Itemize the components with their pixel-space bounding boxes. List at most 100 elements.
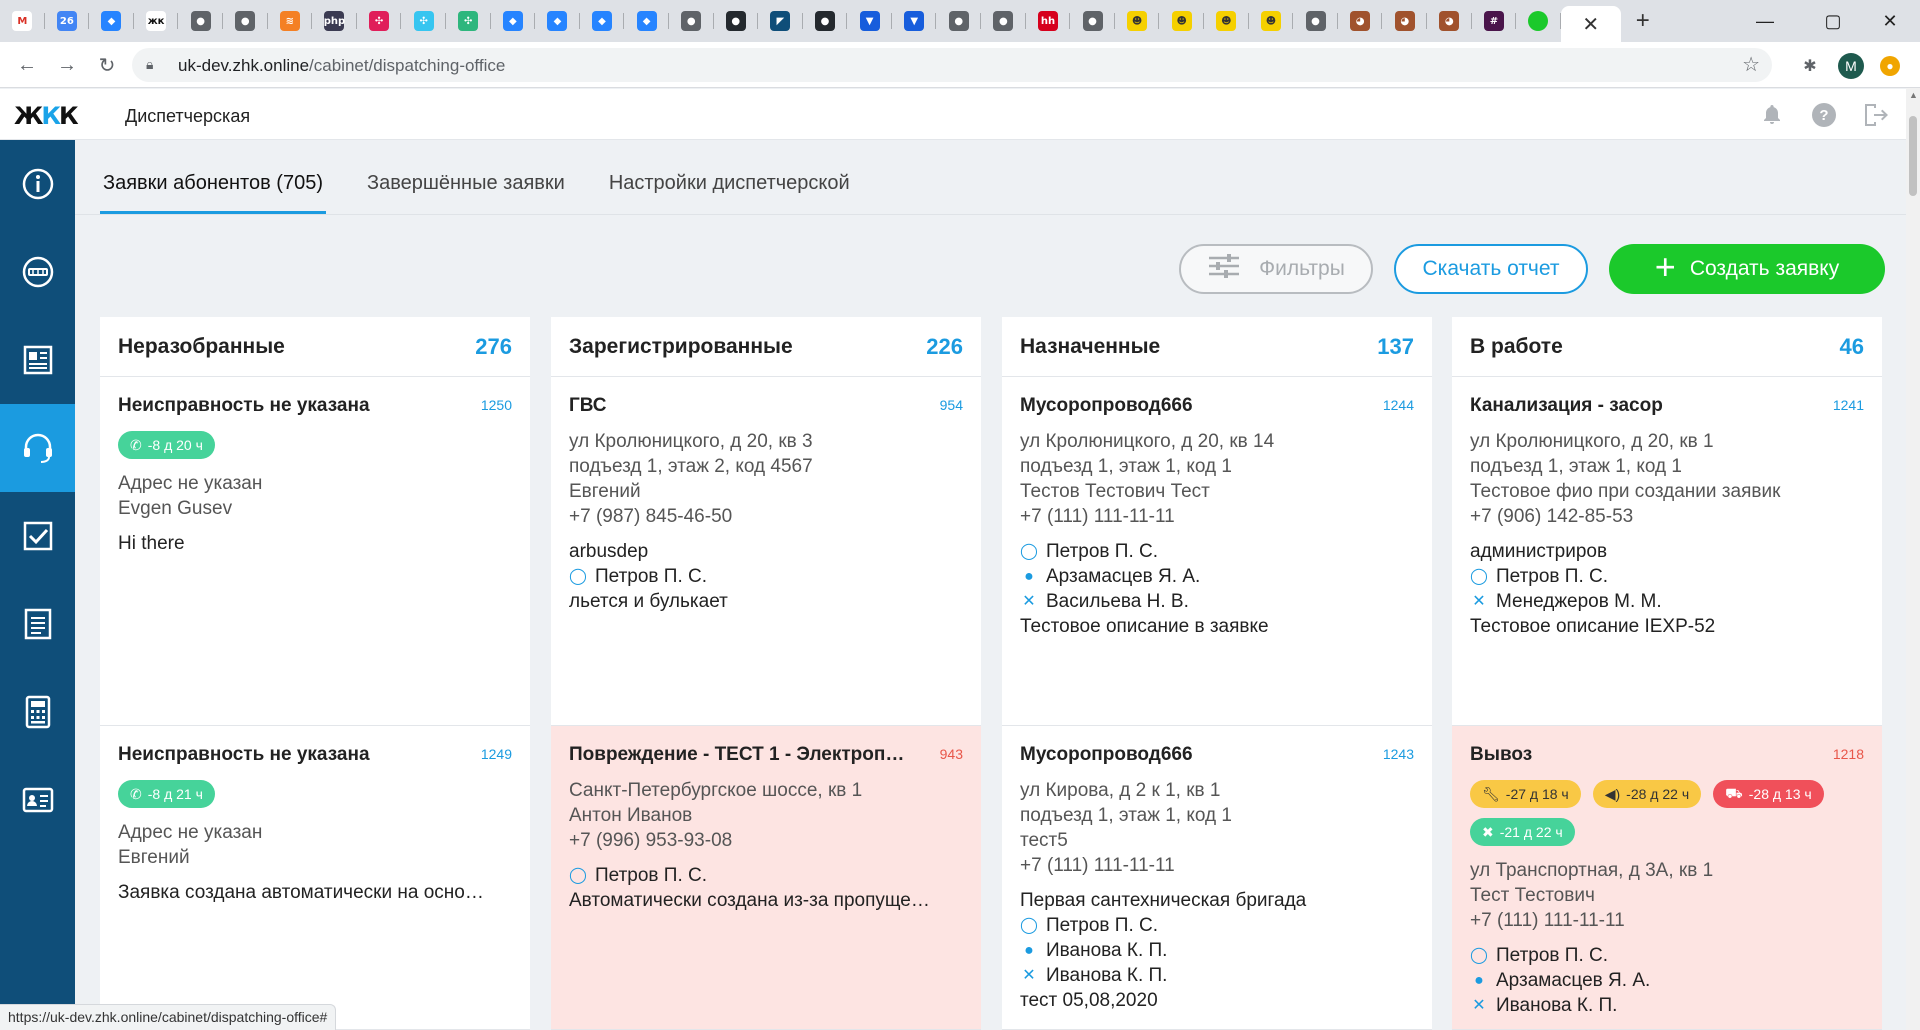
column-header: Неразобранные 276 [100, 317, 530, 377]
create-request-button[interactable]: + Создать заявку [1609, 244, 1885, 294]
slack-icon: ✣ [458, 11, 479, 31]
browser-tab[interactable]: php [312, 0, 357, 42]
request-card[interactable]: Вывоз 1218 🔧︎ -27 д 18 ч ◀) -28 д 22 ч ⛟ -28 д … [1452, 726, 1882, 1030]
browser-tab[interactable]: ● [1293, 0, 1338, 42]
browser-tab[interactable] [1516, 0, 1561, 42]
browser-tab[interactable]: ● [714, 0, 759, 42]
browser-tab[interactable]: ◆ [580, 0, 625, 42]
browser-tab[interactable]: hh [1026, 0, 1071, 42]
browser-tab[interactable]: ◆ [491, 0, 536, 42]
assignee: ◯ Петров П. С. [1020, 539, 1414, 564]
request-card[interactable]: Повреждение - ТЕСТ 1 - Электроп… 943 Санкт… [551, 726, 981, 1030]
info-line: подъезд 1, этаж 1, код 1 [1470, 456, 1682, 477]
help-icon[interactable]: ? [1810, 101, 1838, 129]
tab-dispatch-settings[interactable]: Настройки диспетчерской [606, 160, 853, 215]
browser-tab[interactable]: ▼ [847, 0, 892, 42]
info-line: Санкт-Петербургское шоссе, кв 1 [569, 780, 863, 801]
info-line: ул Кирова, д 2 к 1, кв 1 [1020, 780, 1221, 801]
bookmark-star-icon[interactable]: ☆ [1742, 52, 1760, 77]
browser-tab[interactable]: ◕ [1338, 0, 1383, 42]
card-header: Мусоропровод666 1244 [1020, 377, 1414, 417]
browser-tab[interactable]: ● [1070, 0, 1115, 42]
logout-icon[interactable] [1862, 101, 1890, 129]
browser-tab[interactable]: ☻ [1249, 0, 1294, 42]
profile-avatar[interactable]: M [1838, 53, 1864, 79]
card-assignment: Первая сантехническая бригада ◯ Петров П. … [1020, 888, 1414, 1013]
browser-tab[interactable]: # [1472, 0, 1517, 42]
scroll-up-icon[interactable]: ▲ [1909, 90, 1918, 100]
card-info: ул Кролюницкого, д 20, кв 1 подъезд 1, эт… [1470, 429, 1864, 529]
tab-subscriber-requests[interactable]: Заявки абонентов (705) [100, 160, 326, 215]
sidebar-item-info[interactable] [0, 140, 75, 228]
update-icon[interactable]: ● [1880, 56, 1900, 76]
tools-icon: ✖ [1482, 823, 1494, 840]
browser-tab[interactable]: ● [223, 0, 268, 42]
maximize-icon[interactable]: ▢ [1803, 0, 1863, 42]
minimize-icon[interactable]: — [1735, 0, 1795, 42]
browser-tab[interactable]: ☻ [1159, 0, 1204, 42]
sidebar-item-tasks[interactable] [0, 492, 75, 580]
browser-tab[interactable]: ◕ [1382, 0, 1427, 42]
request-card[interactable]: Канализация - засор 1241 ул Кролюницкого, … [1452, 377, 1882, 726]
truck-icon: ⛟ [1725, 784, 1743, 801]
document-icon [24, 608, 51, 640]
kanban-column: Назначенные 137 Мусоропровод666 1244 ул Крол… [1002, 317, 1432, 1030]
scrollbar-thumb[interactable] [1909, 116, 1917, 196]
browser-tab[interactable]: ● [936, 0, 981, 42]
sidebar-item-meters[interactable] [0, 228, 75, 316]
active-browser-tab[interactable]: ✕ [1560, 6, 1621, 42]
emoji-icon: ☻ [1171, 11, 1192, 31]
request-card[interactable]: Неисправность не указана 1249 ✆ -8 д 21 ч Ад… [100, 726, 530, 1030]
sidebar-item-documents[interactable] [0, 580, 75, 668]
browser-tab[interactable]: ✣ [357, 0, 402, 42]
new-tab-icon[interactable]: + [1621, 0, 1665, 42]
browser-tab[interactable]: ● [981, 0, 1026, 42]
request-card[interactable]: Мусоропровод666 1243 ул Кирова, д 2 к 1, к… [1002, 726, 1432, 1030]
close-window-icon[interactable]: ✕ [1860, 0, 1920, 42]
deadline-badges: ✆ -8 д 21 ч [118, 780, 512, 808]
lock-icon: 🔒︎ [146, 56, 154, 72]
browser-tab[interactable]: ◆ [624, 0, 669, 42]
assignee: ✕ Иванова К. П. [1020, 963, 1414, 988]
zhk-logo[interactable]: ЖКК [14, 102, 79, 130]
browser-tab[interactable]: ● [669, 0, 714, 42]
browser-tab[interactable]: ◕ [1427, 0, 1472, 42]
page-scrollbar[interactable]: ▲ [1906, 88, 1920, 1030]
browser-tab[interactable]: ☻ [1115, 0, 1160, 42]
card-description: льется и булькает [569, 591, 728, 612]
extensions-icon[interactable]: ✱ [1797, 53, 1823, 79]
browser-tab[interactable]: 26 [45, 0, 90, 42]
browser-tab[interactable]: ▼ [892, 0, 937, 42]
request-card[interactable]: Неисправность не указана 1250 ✆ -8 д 20 ч Ад… [100, 377, 530, 726]
sidebar-item-news[interactable] [0, 316, 75, 404]
request-card[interactable]: Мусоропровод666 1244 ул Кролюницкого, д 20… [1002, 377, 1432, 726]
browser-tab[interactable]: ● [178, 0, 223, 42]
info-line: +7 (111) 111-11-11 [1470, 910, 1625, 931]
browser-tab[interactable]: ≋ [268, 0, 313, 42]
sidebar-item-dispatching[interactable] [0, 404, 75, 492]
browser-tab[interactable]: ✣ [446, 0, 491, 42]
browser-tab[interactable]: ☻ [1204, 0, 1249, 42]
browser-tab[interactable]: ◤ [758, 0, 803, 42]
browser-tab[interactable]: ◆ [89, 0, 134, 42]
assignee-name: Петров П. С. [595, 566, 708, 587]
download-report-button[interactable]: Скачать отчет [1394, 244, 1588, 294]
browser-tab[interactable]: ● [803, 0, 848, 42]
forward-arrow-icon[interactable]: → [52, 50, 82, 80]
filters-button[interactable]: Фильтры [1179, 244, 1373, 294]
link-status-bar: https://uk-dev.zhk.online/cabinet/dispat… [0, 1004, 337, 1030]
back-arrow-icon[interactable]: ← [12, 50, 42, 80]
sidebar-item-payments[interactable] [0, 668, 75, 756]
browser-tab[interactable]: ◆ [535, 0, 580, 42]
tab-completed-requests[interactable]: Завершённые заявки [364, 160, 568, 215]
jira-icon: ◆ [592, 11, 613, 31]
bell-icon[interactable] [1758, 101, 1786, 129]
browser-tab[interactable]: M [0, 0, 45, 42]
request-card[interactable]: ГВС 954 ул Кролюницкого, д 20, кв 3 подъезд… [551, 377, 981, 726]
tab-close-icon[interactable]: ✕ [1582, 12, 1599, 37]
browser-tab[interactable]: жк [134, 0, 179, 42]
browser-tab[interactable]: ✣ [401, 0, 446, 42]
sidebar-item-contacts[interactable] [0, 756, 75, 844]
reload-icon[interactable]: ↻ [92, 50, 122, 80]
url-input[interactable]: 🔒︎ uk-dev.zhk.online/cabinet/dispatching… [132, 48, 1772, 82]
